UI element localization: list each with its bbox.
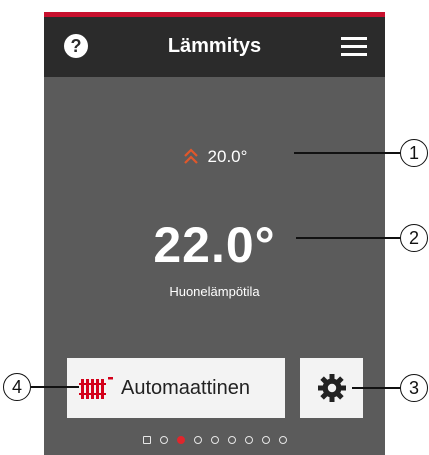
callout-line-3 bbox=[352, 387, 400, 389]
menu-icon[interactable] bbox=[341, 35, 367, 57]
gear-icon bbox=[317, 374, 346, 402]
header-bar: ? Lämmitys bbox=[44, 17, 385, 77]
mode-label: Automaattinen bbox=[121, 376, 250, 399]
callout-line-2 bbox=[296, 237, 400, 239]
page-dot[interactable] bbox=[227, 436, 236, 444]
callout-3: 3 bbox=[400, 374, 428, 402]
page-indicator bbox=[44, 434, 385, 446]
page-dot[interactable] bbox=[159, 436, 168, 444]
radiator-icon bbox=[79, 377, 113, 399]
callout-4: 4 bbox=[3, 373, 31, 401]
page-dot[interactable] bbox=[244, 436, 253, 444]
page-dot[interactable] bbox=[210, 436, 219, 444]
callout-line-1 bbox=[294, 152, 400, 154]
mode-button[interactable]: Automaattinen bbox=[67, 358, 285, 418]
callout-1: 1 bbox=[400, 139, 428, 167]
room-temperature-label: Huonelämpötila bbox=[169, 284, 260, 299]
page-dot[interactable] bbox=[278, 436, 287, 444]
callout-2: 2 bbox=[400, 224, 428, 252]
page-title: Lämmitys bbox=[167, 35, 262, 57]
page-dot[interactable] bbox=[261, 436, 270, 444]
setpoint-value: 20.0° bbox=[207, 147, 248, 166]
page-dot[interactable] bbox=[193, 436, 202, 444]
thermostat-screen: ? Lämmitys 20.0° 22.0° Huonelämpötila Au… bbox=[44, 12, 385, 455]
double-chevron-up-icon bbox=[183, 148, 198, 164]
page-dot[interactable] bbox=[142, 436, 151, 444]
room-temperature: 22.0° bbox=[153, 217, 276, 273]
page-dot[interactable] bbox=[176, 436, 185, 444]
callout-line-4 bbox=[31, 386, 79, 388]
setpoint-row[interactable]: 20.0° bbox=[44, 144, 385, 166]
